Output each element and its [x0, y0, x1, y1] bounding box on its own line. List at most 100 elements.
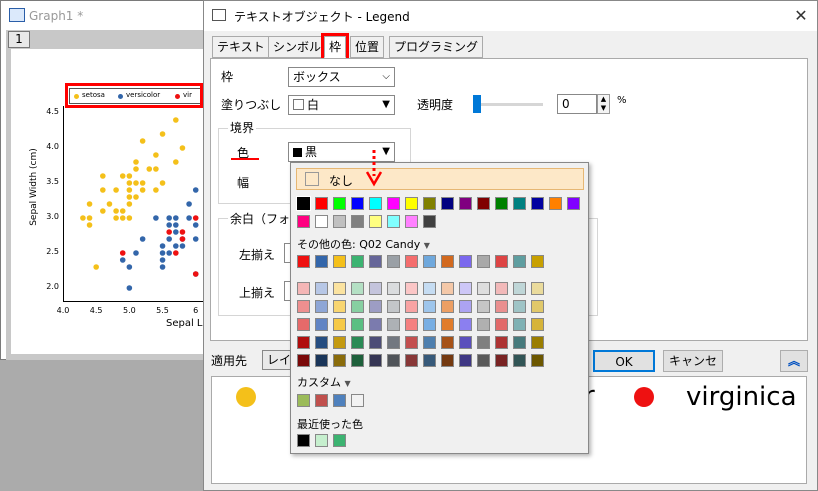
basic-color-swatch[interactable]: [567, 197, 580, 210]
tab-position[interactable]: 位置: [350, 36, 385, 58]
shade-color-swatch[interactable]: [369, 336, 382, 349]
shade-color-swatch[interactable]: [369, 354, 382, 367]
transparency-slider-thumb[interactable]: [473, 95, 481, 113]
shade-color-swatch[interactable]: [351, 300, 364, 313]
basic-color-swatch[interactable]: [405, 197, 418, 210]
shade-color-swatch[interactable]: [333, 300, 346, 313]
shade-color-swatch[interactable]: [297, 282, 310, 295]
shade-color-swatch[interactable]: [477, 336, 490, 349]
candy-color-swatch[interactable]: [369, 255, 382, 268]
shade-color-swatch[interactable]: [369, 300, 382, 313]
shade-color-swatch[interactable]: [315, 354, 328, 367]
shade-color-swatch[interactable]: [423, 300, 436, 313]
shade-color-swatch[interactable]: [495, 318, 508, 331]
shade-color-swatch[interactable]: [423, 336, 436, 349]
cancel-button[interactable]: キャンセル: [663, 350, 723, 388]
shade-color-swatch[interactable]: [441, 354, 454, 367]
basic-color-swatch[interactable]: [315, 197, 328, 210]
shade-color-swatch[interactable]: [405, 318, 418, 331]
shade-color-swatch[interactable]: [531, 336, 544, 349]
shade-color-swatch[interactable]: [315, 318, 328, 331]
basic-color-swatch[interactable]: [495, 197, 508, 210]
shade-color-swatch[interactable]: [441, 336, 454, 349]
candy-color-swatch[interactable]: [441, 255, 454, 268]
shade-color-swatch[interactable]: [387, 336, 400, 349]
no-color-option[interactable]: なし: [296, 168, 584, 190]
shade-color-swatch[interactable]: [459, 318, 472, 331]
shade-color-swatch[interactable]: [387, 354, 400, 367]
shade-color-swatch[interactable]: [459, 282, 472, 295]
shade-color-swatch[interactable]: [513, 336, 526, 349]
apply-to-dropdown[interactable]: レイ: [262, 350, 292, 370]
candy-color-swatch[interactable]: [423, 255, 436, 268]
shade-color-swatch[interactable]: [495, 282, 508, 295]
basic-color-swatch[interactable]: [441, 197, 454, 210]
custom-color-swatch[interactable]: [351, 394, 364, 407]
shade-color-swatch[interactable]: [333, 318, 346, 331]
basic-color-swatch[interactable]: [387, 215, 400, 228]
shade-color-swatch[interactable]: [459, 300, 472, 313]
shade-color-swatch[interactable]: [459, 354, 472, 367]
shade-color-swatch[interactable]: [531, 318, 544, 331]
transparency-spinner[interactable]: ▲ ▼: [597, 94, 610, 114]
tab-symbol[interactable]: シンボル: [268, 36, 327, 58]
shade-color-swatch[interactable]: [477, 354, 490, 367]
shade-color-swatch[interactable]: [351, 354, 364, 367]
candy-color-swatch[interactable]: [459, 255, 472, 268]
shade-color-swatch[interactable]: [351, 282, 364, 295]
ok-button[interactable]: OK: [593, 350, 655, 372]
candy-color-swatch[interactable]: [351, 255, 364, 268]
shade-color-swatch[interactable]: [297, 354, 310, 367]
shade-color-swatch[interactable]: [423, 282, 436, 295]
shade-color-swatch[interactable]: [495, 354, 508, 367]
basic-color-swatch[interactable]: [423, 215, 436, 228]
shade-color-swatch[interactable]: [423, 354, 436, 367]
shade-color-swatch[interactable]: [531, 354, 544, 367]
candy-color-swatch[interactable]: [531, 255, 544, 268]
shade-color-swatch[interactable]: [333, 336, 346, 349]
shade-color-swatch[interactable]: [477, 282, 490, 295]
shade-color-swatch[interactable]: [405, 282, 418, 295]
shade-color-swatch[interactable]: [495, 300, 508, 313]
candy-color-swatch[interactable]: [315, 255, 328, 268]
basic-color-swatch[interactable]: [459, 197, 472, 210]
shade-color-swatch[interactable]: [405, 336, 418, 349]
shade-color-swatch[interactable]: [297, 318, 310, 331]
candy-color-swatch[interactable]: [405, 255, 418, 268]
shade-color-swatch[interactable]: [441, 318, 454, 331]
shade-color-swatch[interactable]: [513, 300, 526, 313]
shade-color-swatch[interactable]: [297, 336, 310, 349]
shade-color-swatch[interactable]: [387, 282, 400, 295]
shade-color-swatch[interactable]: [441, 300, 454, 313]
shade-color-swatch[interactable]: [297, 300, 310, 313]
basic-color-swatch[interactable]: [477, 197, 490, 210]
other-colors-label[interactable]: その他の色: Q02 Candy ▼: [297, 236, 430, 252]
shade-color-swatch[interactable]: [351, 318, 364, 331]
basic-color-swatch[interactable]: [333, 197, 346, 210]
shade-color-swatch[interactable]: [369, 318, 382, 331]
custom-color-swatch[interactable]: [333, 394, 346, 407]
recent-color-swatch[interactable]: [315, 434, 328, 447]
expand-button[interactable]: ︽: [780, 350, 808, 372]
candy-color-swatch[interactable]: [477, 255, 490, 268]
close-button[interactable]: ✕: [790, 5, 812, 27]
basic-color-swatch[interactable]: [513, 197, 526, 210]
recent-color-swatch[interactable]: [333, 434, 346, 447]
basic-color-swatch[interactable]: [297, 215, 310, 228]
basic-color-swatch[interactable]: [333, 215, 346, 228]
basic-color-swatch[interactable]: [296, 196, 311, 211]
custom-color-swatch[interactable]: [315, 394, 328, 407]
candy-color-swatch[interactable]: [495, 255, 508, 268]
shade-color-swatch[interactable]: [369, 282, 382, 295]
basic-color-swatch[interactable]: [351, 197, 364, 210]
color-picker-popup[interactable]: なし その他の色: Q02 Candy ▼ カスタム ▼ 最近使った色: [290, 162, 589, 454]
basic-color-swatch[interactable]: [369, 197, 382, 210]
candy-color-swatch[interactable]: [297, 255, 310, 268]
shade-color-swatch[interactable]: [423, 318, 436, 331]
shade-color-swatch[interactable]: [315, 282, 328, 295]
basic-color-swatch[interactable]: [423, 197, 436, 210]
basic-color-swatch[interactable]: [405, 215, 418, 228]
shade-color-swatch[interactable]: [333, 354, 346, 367]
candy-color-swatch[interactable]: [387, 255, 400, 268]
shade-color-swatch[interactable]: [387, 318, 400, 331]
